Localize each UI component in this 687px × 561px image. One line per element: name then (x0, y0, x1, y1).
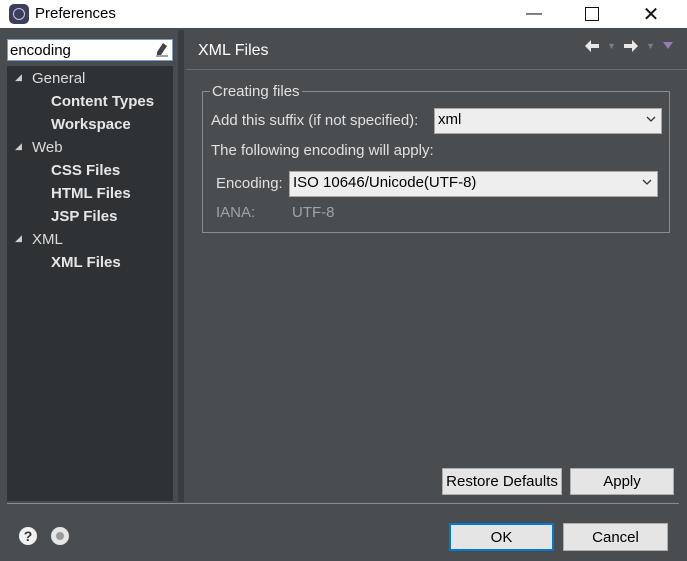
expand-general-icon[interactable]: ◢ (15, 72, 22, 83)
tree-item-general[interactable]: General (32, 70, 85, 87)
iana-label: IANA: (216, 204, 256, 221)
title-separator (186, 69, 687, 70)
suffix-dropdown[interactable]: xml (434, 108, 662, 134)
back-history-chevron-icon[interactable]: ▼ (607, 41, 616, 51)
creating-files-group: Creating files Add this suffix (if not s… (202, 83, 670, 233)
tree-item-xml[interactable]: XML (32, 231, 63, 248)
close-button[interactable]: ✕ (628, 0, 674, 28)
suffix-label: Add this suffix (if not specified): (211, 112, 419, 129)
iana-value: UTF-8 (292, 204, 335, 221)
chevron-down-icon (642, 179, 652, 185)
suffix-value: xml (438, 111, 462, 128)
tree-item-jsp-files[interactable]: JSP Files (51, 208, 117, 225)
ok-button[interactable]: OK (449, 523, 554, 551)
bottom-separator (7, 503, 679, 504)
cancel-button[interactable]: Cancel (563, 523, 668, 551)
tree-item-content-types[interactable]: Content Types (51, 93, 154, 110)
pane-splitter[interactable] (178, 30, 184, 502)
view-menu-icon[interactable] (663, 42, 673, 50)
restore-defaults-button[interactable]: Restore Defaults (442, 468, 562, 495)
forward-history-chevron-icon[interactable]: ▼ (646, 41, 655, 51)
encoding-dropdown[interactable]: ISO 10646/Unicode(UTF-8) (289, 171, 658, 197)
filter-input[interactable] (10, 41, 150, 59)
import-export-icon[interactable] (51, 527, 69, 545)
close-icon: ✕ (642, 3, 660, 26)
minimize-button[interactable]: — (511, 0, 557, 28)
filter-field[interactable] (7, 39, 173, 61)
expand-web-icon[interactable]: ◢ (15, 141, 22, 152)
maximize-button[interactable] (569, 0, 615, 28)
group-title: Creating files (210, 83, 302, 100)
page-navigation: ▼ ▼ (585, 40, 673, 52)
tree-item-web[interactable]: Web (32, 139, 63, 156)
page-title: XML Files (198, 42, 269, 59)
tree-item-css-files[interactable]: CSS Files (51, 162, 120, 179)
arrow-right-icon[interactable] (624, 40, 639, 52)
maximize-icon (585, 7, 599, 21)
apply-button[interactable]: Apply (570, 468, 674, 495)
expand-xml-icon[interactable]: ◢ (15, 233, 22, 244)
chevron-down-icon (646, 116, 656, 122)
encoding-note: The following encoding will apply: (211, 142, 434, 159)
title-bar: Preferences — ✕ (0, 0, 687, 28)
clear-filter-icon[interactable] (155, 42, 169, 57)
window-title: Preferences (35, 5, 116, 22)
arrow-left-icon[interactable] (585, 40, 600, 52)
tree-item-xml-files[interactable]: XML Files (51, 254, 121, 271)
encoding-value: ISO 10646/Unicode(UTF-8) (293, 174, 477, 191)
preference-tree[interactable]: ◢ General Content Types Workspace ◢ Web … (7, 66, 173, 501)
encoding-label: Encoding: (216, 175, 283, 192)
help-icon[interactable]: ? (19, 527, 37, 545)
tree-item-html-files[interactable]: HTML Files (51, 185, 131, 202)
tree-item-workspace[interactable]: Workspace (51, 116, 131, 133)
minimize-icon: — (526, 5, 542, 22)
preference-page: XML Files ▼ ▼ Creating files Add this su… (186, 30, 687, 502)
app-icon (9, 4, 29, 24)
